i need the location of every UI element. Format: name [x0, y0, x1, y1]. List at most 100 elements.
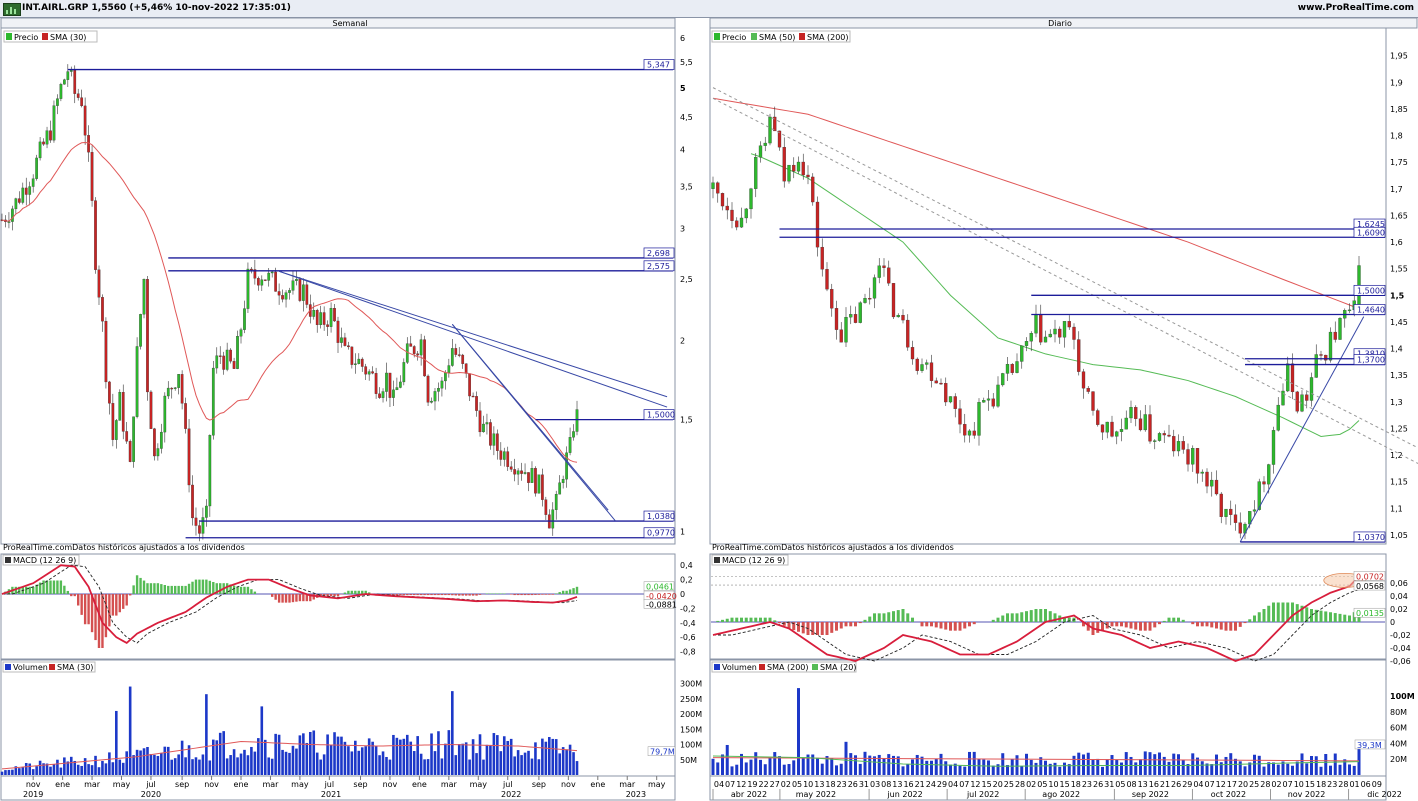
weekly-volume-bar — [243, 749, 246, 775]
daily-volume-bar — [820, 763, 824, 775]
weekly-macd-hist-bar — [208, 580, 212, 594]
weekly-macd-hist-bar — [496, 593, 499, 594]
daily-macd-hist-bar — [1115, 622, 1119, 627]
weekly-macd-hist-bar — [281, 594, 284, 603]
weekly-candle — [315, 310, 319, 326]
daily-candle — [887, 267, 891, 284]
daily-candle — [849, 314, 853, 318]
daily-y-tick: 1,3 — [1390, 398, 1403, 407]
daily-volume-sma20-legend: SMA (20) — [820, 663, 856, 672]
weekly-volume-bar — [267, 757, 271, 775]
weekly-volume-bar — [340, 736, 343, 775]
site-link[interactable]: www.ProRealTime.com — [1298, 3, 1414, 13]
daily-volume-bar — [1029, 759, 1033, 775]
daily-volume-bar — [987, 760, 990, 775]
daily-macd-hist-bar — [1105, 622, 1109, 629]
daily-candle — [792, 164, 796, 172]
daily-volume-bar — [1082, 754, 1085, 775]
daily-x-tick: 05 — [1037, 780, 1047, 789]
daily-x-tick: 08 — [881, 780, 891, 789]
daily-macd-hist-bar — [1191, 622, 1195, 625]
weekly-candle — [509, 466, 513, 470]
daily-volume-bar — [735, 764, 739, 775]
weekly-x-tick: sep — [353, 780, 367, 789]
weekly-volume-bar — [170, 759, 174, 775]
weekly-candle — [475, 396, 478, 411]
weekly-volume-bar — [194, 757, 198, 775]
weekly-macd-hist-bar — [246, 586, 250, 594]
weekly-macd-hist-bar — [489, 593, 492, 594]
weekly-volume-bar — [274, 733, 277, 775]
weekly-candle — [260, 279, 264, 286]
weekly-volume-bar — [277, 734, 281, 775]
weekly-candle — [495, 433, 499, 451]
weekly-candle — [267, 272, 271, 281]
daily-candle — [868, 298, 872, 300]
weekly-volume-bar — [308, 731, 312, 775]
weekly-macd-hist-bar — [298, 594, 302, 602]
weekly-macd-hist-bar — [430, 594, 433, 596]
weekly-macd-hist-bar — [551, 594, 554, 595]
weekly-candle — [246, 268, 250, 309]
weekly-macd-hist-bar — [558, 592, 561, 594]
weekly-macd-hist-bar — [111, 594, 115, 616]
weekly-candle — [350, 346, 354, 365]
weekly-candle — [222, 355, 226, 370]
weekly-candle — [471, 395, 475, 398]
daily-volume-bar — [801, 757, 805, 775]
weekly-candle — [191, 484, 194, 519]
weekly-macd-hist-bar — [419, 594, 423, 596]
daily-x-tick: 10 — [1048, 780, 1058, 789]
weekly-macd-hist-bar — [198, 579, 201, 594]
weekly-candle — [163, 395, 167, 433]
weekly-macd-hist-bar — [433, 594, 437, 596]
weekly-candle — [35, 157, 38, 179]
weekly-candle — [232, 361, 236, 369]
weekly-volume-bar — [502, 736, 506, 775]
weekly-candle — [236, 336, 239, 369]
daily-volume-bar — [1110, 755, 1114, 775]
daily-macd-hist-bar — [839, 622, 843, 629]
daily-candle — [1186, 449, 1190, 465]
daily-y-tick: 1,65 — [1390, 211, 1408, 220]
daily-candle — [1219, 493, 1223, 517]
weekly-macd-hist-bar — [527, 594, 530, 596]
weekly-volume-bar — [319, 759, 322, 775]
daily-candle — [1124, 417, 1128, 430]
weekly-candle — [464, 363, 468, 374]
weekly-candle — [530, 468, 534, 483]
weekly-candle — [440, 380, 444, 389]
daily-macd-y-tick: 0,02 — [1390, 605, 1408, 614]
weekly-volume-bar — [523, 752, 527, 775]
weekly-candle — [38, 141, 42, 159]
weekly-volume-bar — [419, 753, 423, 775]
weekly-candle — [173, 387, 177, 389]
weekly-macd-hist-bar — [464, 594, 468, 596]
daily-volume-bar — [1177, 754, 1180, 775]
weekly-volume-bar — [423, 759, 426, 775]
daily-volume-bar — [1086, 752, 1090, 775]
daily-volume-bar — [920, 756, 924, 775]
daily-candle — [758, 145, 763, 158]
daily-candle — [1205, 471, 1209, 487]
weekly-candle — [454, 348, 458, 355]
weekly-volume-bar — [468, 759, 471, 775]
daily-volume-bar — [1224, 756, 1228, 775]
daily-volume-bar — [873, 756, 876, 775]
weekly-x-tick: nov — [26, 780, 41, 789]
daily-macd-hist-bar — [725, 618, 729, 622]
weekly-candle — [423, 339, 426, 377]
weekly-candle — [551, 509, 555, 529]
daily-y-tick: 1,05 — [1390, 531, 1408, 540]
daily-volume-bar — [972, 751, 976, 775]
weekly-candle — [14, 198, 18, 210]
weekly-x-tick: jul — [324, 780, 335, 789]
daily-macd-hist-bar — [1096, 622, 1100, 633]
daily-candle — [1110, 421, 1114, 437]
weekly-volume-y-tick: 200M — [680, 710, 702, 719]
daily-macd-legend: MACD (12 26 9) — [722, 556, 785, 565]
weekly-macd-hist-bar — [274, 594, 277, 600]
weekly-volume-bar — [291, 745, 295, 775]
weekly-volume-bar — [385, 756, 388, 775]
weekly-macd-hist-bar — [31, 586, 35, 594]
